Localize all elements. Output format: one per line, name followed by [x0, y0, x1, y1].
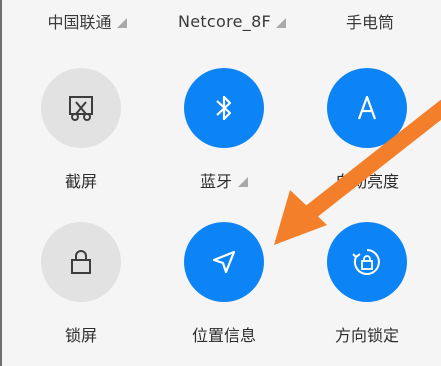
- tile-label: 锁屏: [21, 322, 141, 346]
- carrier-toggle[interactable]: 中国联通: [32, 8, 142, 34]
- rotation-lock-icon: [352, 249, 380, 275]
- wifi-label: Netcore_8F: [177, 11, 272, 31]
- tile-circle[interactable]: [41, 68, 121, 148]
- auto-brightness-icon: [357, 95, 377, 120]
- tile-circle[interactable]: [327, 222, 407, 302]
- tile-bluetooth[interactable]: 蓝牙: [164, 68, 284, 198]
- tile-circle[interactable]: [327, 68, 407, 148]
- tile-label: 蓝牙: [164, 168, 284, 192]
- tile-circle[interactable]: [184, 68, 264, 148]
- expand-caret-icon: [276, 18, 287, 28]
- status-toggle-row: 中国联通 Netcore_8F 手电筒: [2, 8, 441, 34]
- tile-rotation-lock[interactable]: 方向锁定: [307, 222, 427, 352]
- tile-location[interactable]: 位置信息: [164, 222, 284, 352]
- screenshot-icon: [69, 96, 93, 121]
- tile-circle[interactable]: [41, 222, 121, 302]
- tile-circle[interactable]: [184, 222, 264, 302]
- tile-label-text: 方向锁定: [334, 326, 399, 345]
- quick-settings-panel: 中国联通 Netcore_8F 手电筒 截屏 蓝牙 自动亮度 锁屏 位置信息 方…: [0, 0, 441, 366]
- expand-caret-icon: [116, 18, 127, 28]
- tile-lock-screen[interactable]: 锁屏: [21, 222, 141, 352]
- lock-icon: [71, 250, 91, 274]
- carrier-label: 中国联通: [47, 13, 112, 32]
- expand-caret-icon: [238, 177, 248, 187]
- tile-label: 截屏: [21, 168, 141, 192]
- tile-label: 方向锁定: [307, 322, 427, 346]
- location-icon: [212, 250, 236, 274]
- tile-label-text: 自动亮度: [334, 172, 399, 191]
- tile-label-text: 位置信息: [191, 326, 256, 345]
- flashlight-label: 手电筒: [345, 13, 394, 32]
- bluetooth-icon: [216, 95, 232, 121]
- tile-label-text: 锁屏: [64, 326, 97, 345]
- tile-label-text: 截屏: [64, 172, 97, 191]
- tile-label-text: 蓝牙: [199, 172, 232, 191]
- tile-label: 位置信息: [164, 322, 284, 346]
- flashlight-toggle[interactable]: 手电筒: [320, 8, 420, 34]
- tile-label: 自动亮度: [307, 168, 427, 192]
- tile-screenshot[interactable]: 截屏: [21, 68, 141, 198]
- tile-auto-brightness[interactable]: 自动亮度: [307, 68, 427, 198]
- wifi-toggle[interactable]: Netcore_8F: [162, 8, 302, 34]
